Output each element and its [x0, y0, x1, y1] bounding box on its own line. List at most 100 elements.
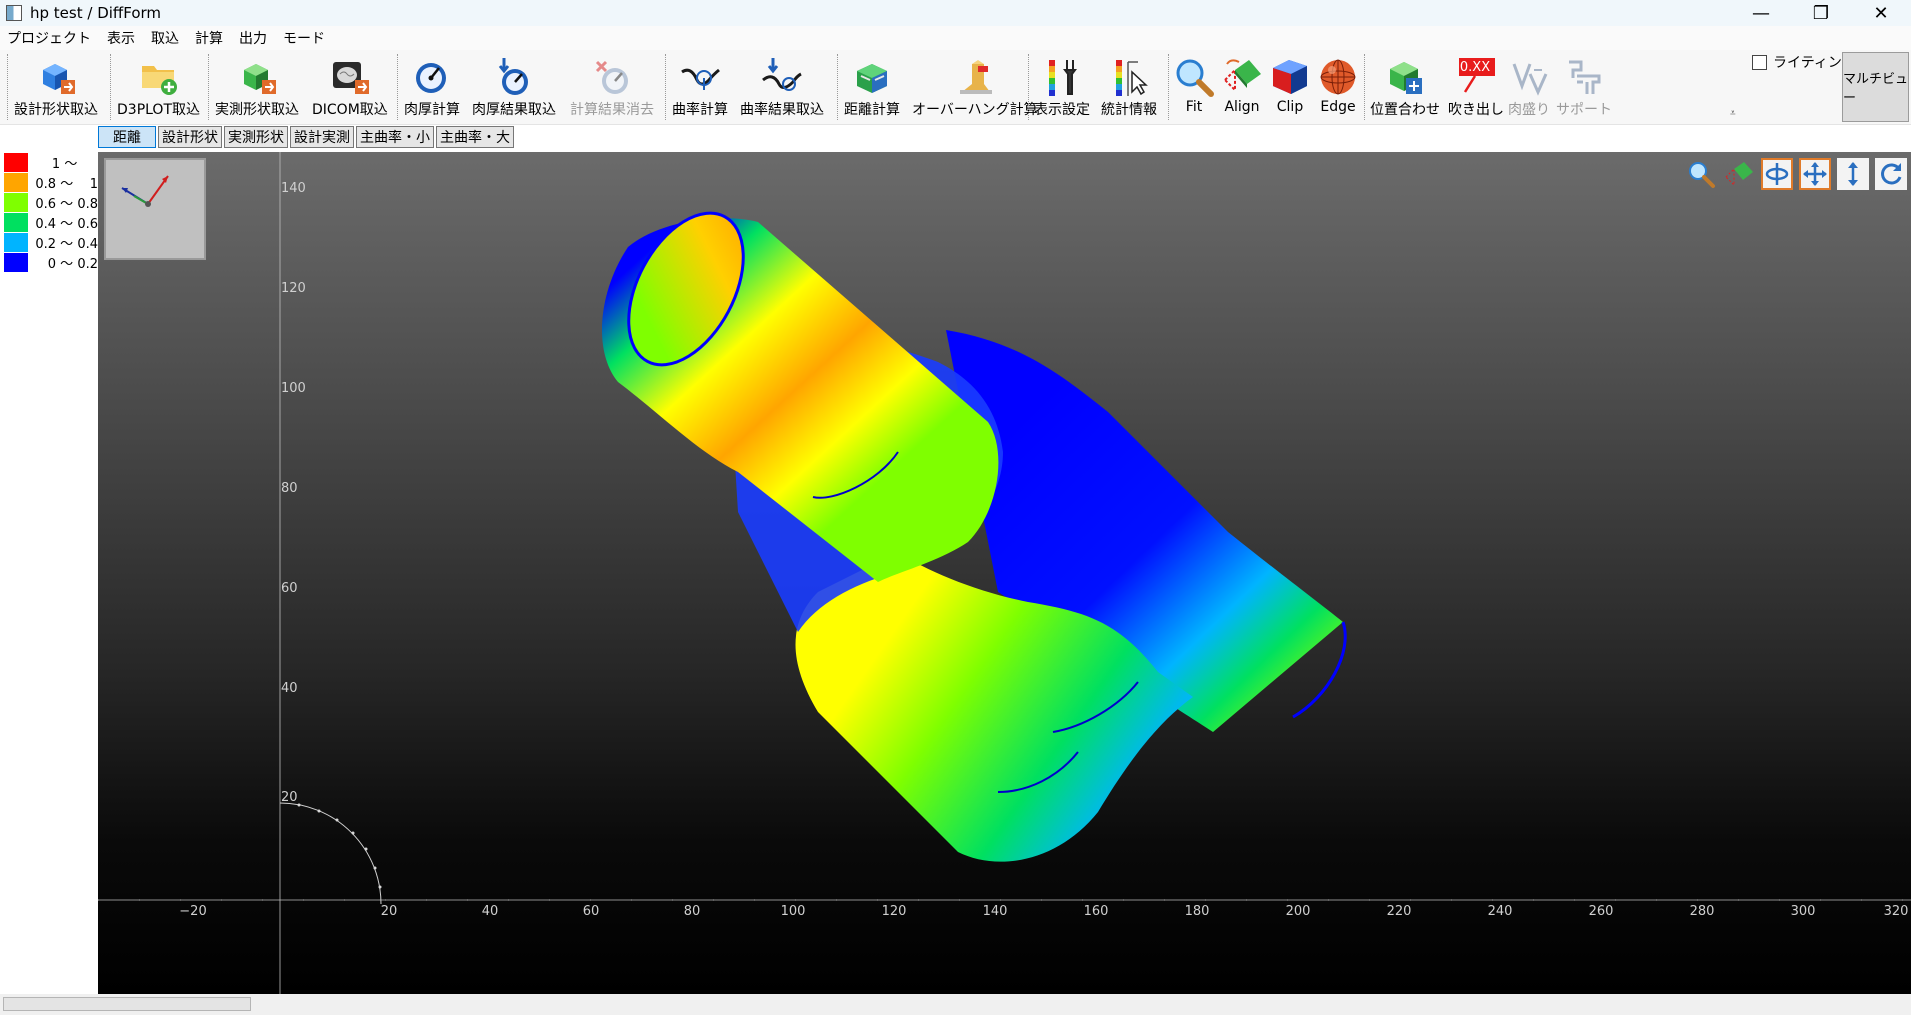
calc-result-clear-button[interactable]: 計算結果消去 — [570, 56, 654, 120]
3d-viewport[interactable]: −20 20 40 60 80 100 120 140 160 180 200 … — [98, 152, 1911, 994]
x-axis-tick-labels: −20 20 40 60 80 100 120 140 160 180 200 … — [179, 904, 1908, 919]
status-bar — [0, 994, 1911, 1015]
window-title: hp test / DiffForm — [30, 4, 162, 22]
tab-design-measured[interactable]: 設計実測 — [290, 126, 354, 148]
menu-calc[interactable]: 計算 — [188, 28, 232, 48]
colorbar-wrench-icon — [1040, 56, 1084, 98]
legend-row: 0 ～ 0.2 — [4, 252, 98, 272]
tab-distance[interactable]: 距離 — [98, 126, 156, 148]
tab-design-shape[interactable]: 設計形状 — [158, 126, 222, 148]
x-tick-label: 120 — [882, 904, 907, 919]
tab-principal-curvature-min[interactable]: 主曲率・小 — [356, 126, 434, 148]
curvature-result-import-label: 曲率結果取込 — [740, 102, 824, 118]
lighting-checkbox-box[interactable] — [1752, 54, 1767, 70]
legend-label: 0.4 ～ 0.6 — [35, 216, 98, 232]
statistics-label: 統計情報 — [1101, 102, 1157, 118]
horizontal-scrollbar[interactable] — [3, 997, 251, 1011]
dicom-import-label: DICOM取込 — [312, 102, 388, 118]
viewport-tools — [1685, 158, 1907, 190]
x-tick-label: 260 — [1589, 904, 1614, 919]
statistics-button[interactable]: 統計情報 — [1101, 56, 1157, 120]
menu-project[interactable]: プロジェクト — [0, 28, 100, 48]
dicom-brain-icon — [328, 56, 372, 98]
thickness-result-import-button[interactable]: 肉厚結果取込 — [472, 56, 556, 120]
fit-button[interactable]: Fit — [1172, 56, 1216, 120]
tab-principal-curvature-max[interactable]: 主曲率・大 — [436, 126, 514, 148]
zoom-vertical-icon[interactable] — [1837, 158, 1869, 190]
x-tick-label: 80 — [684, 904, 701, 919]
gauge-import-icon — [492, 56, 536, 98]
legend-row: 0.8 ～ 1 — [4, 172, 98, 192]
edge-label: Edge — [1320, 99, 1356, 115]
x-tick-label: 40 — [482, 904, 499, 919]
minimize-button[interactable]: — — [1731, 0, 1791, 26]
clip-icon — [1268, 56, 1312, 98]
rotate-icon[interactable] — [1761, 158, 1793, 190]
menu-import[interactable]: 取込 — [144, 28, 188, 48]
build-up-icon — [1507, 56, 1551, 98]
multiview-button[interactable]: マルチビュー — [1842, 52, 1909, 122]
zoom-icon[interactable] — [1685, 158, 1717, 190]
toolbar-separator — [110, 54, 112, 120]
calc-result-clear-label: 計算結果消去 — [570, 102, 654, 118]
pan-icon[interactable] — [1799, 158, 1831, 190]
x-tick-label: 300 — [1791, 904, 1816, 919]
legend-label: 0 ～ 0.2 — [47, 256, 98, 272]
close-button[interactable]: ✕ — [1851, 0, 1911, 26]
curvature-import-icon — [760, 56, 804, 98]
x-tick-label: 100 — [781, 904, 806, 919]
gauge-clear-icon — [590, 56, 634, 98]
curvature-calc-button[interactable]: 曲率計算 — [672, 56, 728, 120]
reset-view-icon[interactable] — [1875, 158, 1907, 190]
measured-shape-import-button[interactable]: 実測形状取込 — [215, 56, 299, 120]
dicom-import-button[interactable]: DICOM取込 — [312, 56, 388, 120]
x-tick-label: 140 — [983, 904, 1008, 919]
clip-button[interactable]: Clip — [1268, 56, 1312, 120]
x-tick-label: 280 — [1690, 904, 1715, 919]
menu-bar: プロジェクト 表示 取込 計算 出力 モード — [0, 26, 1911, 50]
overhang-calc-button[interactable]: オーバーハング計算 — [912, 56, 1038, 120]
legend-row: 0.6 ～ 0.8 — [4, 192, 98, 212]
toolbar-separator — [397, 54, 399, 120]
support-button[interactable]: サポート — [1556, 56, 1612, 120]
registration-button[interactable]: 位置合わせ — [1370, 56, 1440, 120]
curvature-icon — [678, 56, 722, 98]
edge-button[interactable]: Edge — [1316, 56, 1360, 120]
orientation-triad — [104, 158, 206, 260]
design-shape-import-button[interactable]: 設計形状取込 — [14, 56, 98, 120]
y-tick-label: 40 — [281, 681, 298, 696]
y-tick-label: 120 — [281, 281, 306, 296]
toolbar: 設計形状取込 D3PLOT取込 実測形状取込 DICOM取込 肉厚計算 肉厚結果… — [0, 50, 1911, 125]
lighting-checkbox[interactable]: ライティング — [1752, 52, 1856, 72]
thickness-result-import-label: 肉厚結果取込 — [472, 102, 556, 118]
x-tick-label: 220 — [1387, 904, 1412, 919]
callout-badge: 0.XX — [1459, 60, 1491, 75]
menu-output[interactable]: 出力 — [232, 28, 276, 48]
y-axis-tick-labels: 140 120 100 80 60 40 20 — [281, 181, 306, 805]
x-tick-label: 200 — [1286, 904, 1311, 919]
y-tick-label: 20 — [281, 790, 298, 805]
y-tick-label: 60 — [281, 581, 298, 596]
restore-button[interactable]: ❐ — [1791, 0, 1851, 26]
toolbar-separator — [837, 54, 839, 120]
3d-model-y-pipe[interactable] — [601, 194, 1347, 862]
curvature-result-import-button[interactable]: 曲率結果取込 — [740, 56, 824, 120]
y-tick-label: 100 — [281, 381, 306, 396]
green-cube-import-icon — [235, 56, 279, 98]
design-shape-import-label: 設計形状取込 — [14, 102, 98, 118]
align-view-icon[interactable] — [1723, 158, 1755, 190]
menu-view[interactable]: 表示 — [100, 28, 144, 48]
toolbar-separator — [1028, 54, 1030, 120]
tab-measured-shape[interactable]: 実測形状 — [224, 126, 288, 148]
build-up-button[interactable]: 肉盛り — [1507, 56, 1551, 120]
x-tick-label: 160 — [1084, 904, 1109, 919]
menu-mode[interactable]: モード — [276, 28, 334, 48]
thickness-calc-button[interactable]: 肉厚計算 — [404, 56, 460, 120]
x-tick-label: 20 — [381, 904, 398, 919]
align-button[interactable]: Align — [1220, 56, 1264, 120]
callout-button[interactable]: 0.XX 吹き出し — [1448, 56, 1504, 120]
d3plot-import-button[interactable]: D3PLOT取込 — [117, 56, 200, 120]
toolbar-overflow-icon[interactable]: ⩡ — [1730, 108, 1736, 119]
distance-calc-button[interactable]: 距離計算 — [844, 56, 900, 120]
display-settings-button[interactable]: 表示設定 — [1034, 56, 1090, 120]
